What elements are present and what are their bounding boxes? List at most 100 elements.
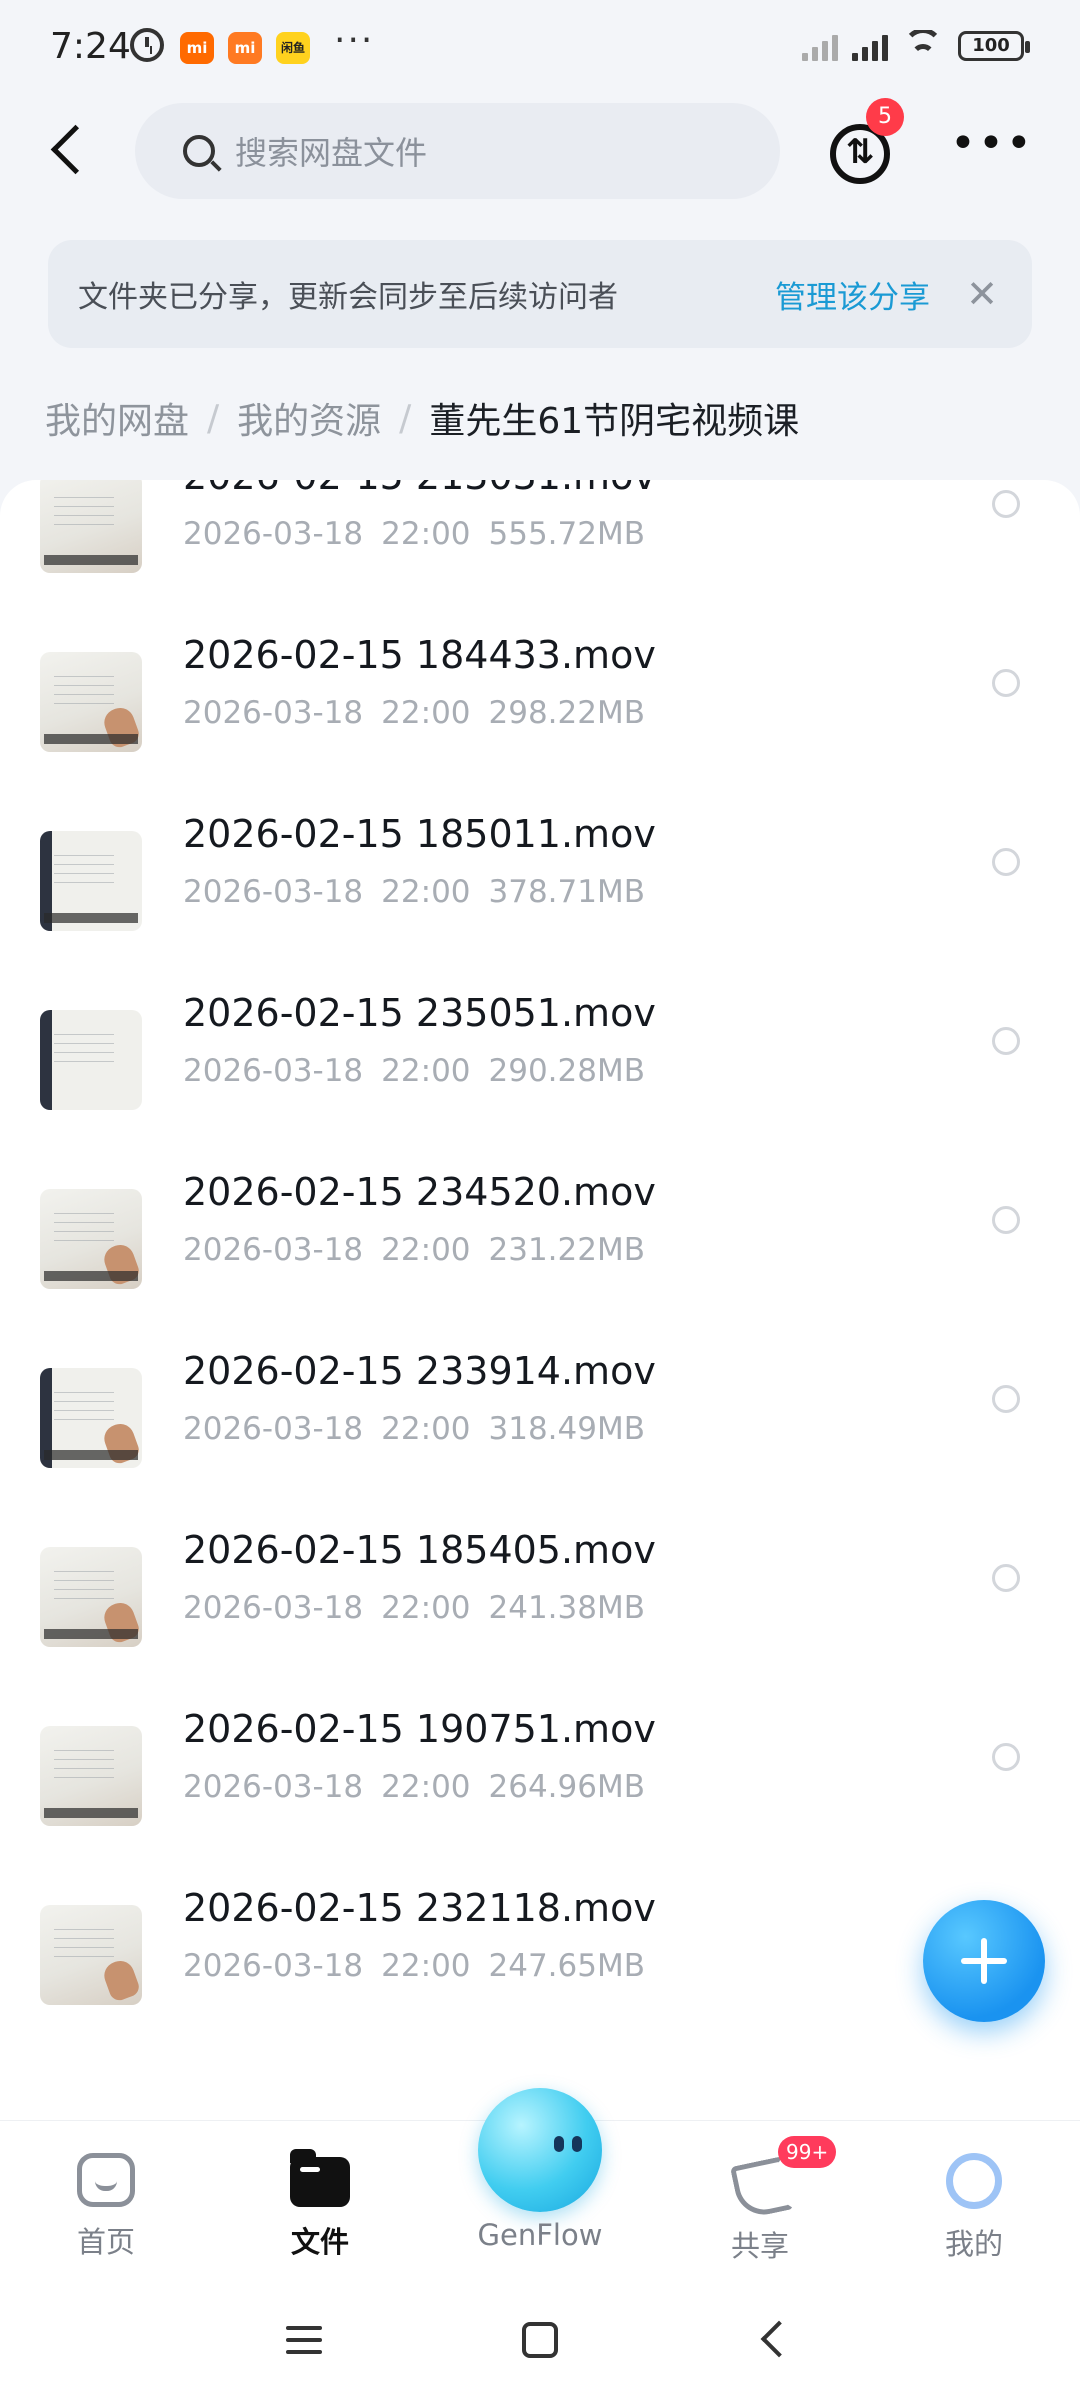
- select-checkbox[interactable]: [992, 1743, 1020, 1771]
- file-date: 2026-03-18: [183, 1411, 364, 1447]
- file-time: 22:00: [381, 874, 471, 910]
- breadcrumb-my-drive[interactable]: 我的网盘: [45, 392, 189, 444]
- share-notice-banner: 文件夹已分享，更新会同步至后续访问者 管理该分享 ✕: [48, 240, 1032, 348]
- status-bar: 7:24 mi mi 闲鱼 ··· 100: [0, 0, 1080, 100]
- video-thumbnail: [40, 1726, 142, 1826]
- file-size: 241.38MB: [488, 1590, 645, 1626]
- file-row[interactable]: 2026-02-15 213031.mov 2026-03-18 22:00 5…: [0, 480, 1080, 623]
- file-name: 2026-02-15 233914.mov: [183, 1349, 656, 1393]
- file-name: 2026-02-15 190751.mov: [183, 1707, 656, 1751]
- file-list-panel: 2026-02-15 213031.mov 2026-03-18 22:00 5…: [0, 480, 1080, 2120]
- file-meta: 2026-03-18 22:00 318.49MB: [183, 1411, 645, 1447]
- system-back-icon[interactable]: [760, 2320, 798, 2358]
- select-checkbox[interactable]: [992, 669, 1020, 697]
- clock: 7:24: [50, 26, 131, 67]
- nav-label-files: 文件: [290, 2225, 349, 2259]
- file-meta: 2026-03-18 22:00 264.96MB: [183, 1769, 645, 1805]
- recent-apps-icon[interactable]: [286, 2326, 322, 2354]
- file-size: 247.65MB: [488, 1948, 645, 1984]
- file-size: 298.22MB: [488, 695, 645, 731]
- file-date: 2026-03-18: [183, 695, 364, 731]
- breadcrumb-separator: /: [399, 397, 412, 439]
- file-name: 2026-02-15 184433.mov: [183, 633, 656, 677]
- home-button-icon[interactable]: [522, 2322, 558, 2358]
- nav-item-home[interactable]: 首页: [36, 2153, 176, 2261]
- breadcrumb-current-folder: 董先生61节阴宅视频课: [429, 401, 800, 442]
- file-name: 2026-02-15 235051.mov: [183, 991, 656, 1035]
- file-row[interactable]: 2026-02-15 235051.mov 2026-03-18 22:00 2…: [0, 981, 1080, 1160]
- close-icon[interactable]: ✕: [962, 272, 1002, 316]
- file-meta: 2026-03-18 22:00 247.65MB: [183, 1948, 645, 1984]
- file-row[interactable]: 2026-02-15 233914.mov 2026-03-18 22:00 3…: [0, 1339, 1080, 1518]
- file-date: 2026-03-18: [183, 1232, 364, 1268]
- nav-item-me[interactable]: 我的: [904, 2153, 1044, 2263]
- video-thumbnail: [40, 480, 142, 573]
- add-button[interactable]: [923, 1900, 1045, 2022]
- file-meta: 2026-03-18 22:00 290.28MB: [183, 1053, 645, 1089]
- file-date: 2026-03-18: [183, 516, 364, 552]
- file-time: 22:00: [381, 1053, 471, 1089]
- file-time: 22:00: [381, 695, 471, 731]
- nav-item-files[interactable]: 文件: [250, 2149, 390, 2261]
- file-time: 22:00: [381, 1411, 471, 1447]
- select-checkbox[interactable]: [992, 490, 1020, 518]
- breadcrumb-separator: /: [207, 397, 220, 439]
- video-thumbnail: [40, 831, 142, 931]
- nav-label-me: 我的: [944, 2227, 1003, 2261]
- xianyu-app-icon: 闲鱼: [276, 32, 310, 64]
- file-size: 264.96MB: [488, 1769, 645, 1805]
- select-checkbox[interactable]: [992, 1385, 1020, 1413]
- file-row[interactable]: 2026-02-15 184433.mov 2026-03-18 22:00 2…: [0, 623, 1080, 802]
- signal-hd-icon: [852, 31, 888, 61]
- file-meta: 2026-03-18 22:00 241.38MB: [183, 1590, 645, 1626]
- search-icon: [183, 135, 215, 167]
- file-size: 290.28MB: [488, 1053, 645, 1089]
- file-time: 22:00: [381, 516, 471, 552]
- signal-sim2-icon: [802, 31, 838, 61]
- file-size: 231.22MB: [488, 1232, 645, 1268]
- manage-share-link[interactable]: 管理该分享: [775, 272, 930, 317]
- video-thumbnail: [40, 1010, 142, 1110]
- file-name: 2026-02-15 232118.mov: [183, 1886, 656, 1930]
- file-size: 378.71MB: [488, 874, 645, 910]
- more-options-icon[interactable]: •••: [950, 122, 1032, 184]
- file-row[interactable]: 2026-02-15 185405.mov 2026-03-18 22:00 2…: [0, 1518, 1080, 1697]
- nav-label-genflow[interactable]: GenFlow: [460, 2218, 620, 2252]
- file-row[interactable]: 2026-02-15 234520.mov 2026-03-18 22:00 2…: [0, 1160, 1080, 1339]
- file-row[interactable]: 2026-02-15 232118.mov 2026-03-18 22:00 2…: [0, 1876, 1080, 2055]
- nav-item-share[interactable]: 共享: [690, 2153, 830, 2265]
- select-checkbox[interactable]: [992, 1564, 1020, 1592]
- file-name: 2026-02-15 185011.mov: [183, 812, 656, 856]
- assistant-eye: [572, 2136, 582, 2152]
- file-row[interactable]: 2026-02-15 190751.mov 2026-03-18 22:00 2…: [0, 1697, 1080, 1876]
- search-input[interactable]: 搜索网盘文件: [135, 103, 780, 199]
- file-meta: 2026-03-18 22:00 555.72MB: [183, 516, 645, 552]
- select-checkbox[interactable]: [992, 1206, 1020, 1234]
- file-meta: 2026-03-18 22:00 231.22MB: [183, 1232, 645, 1268]
- file-name: 2026-02-15 185405.mov: [183, 1528, 656, 1572]
- file-meta: 2026-03-18 22:00 378.71MB: [183, 874, 645, 910]
- video-thumbnail: [40, 1368, 142, 1468]
- back-icon[interactable]: [40, 120, 100, 180]
- home-icon: [77, 2153, 135, 2207]
- assistant-eye: [554, 2136, 564, 2152]
- alarm-icon: [130, 28, 164, 62]
- nav-label-share: 共享: [730, 2229, 789, 2263]
- file-name: 2026-02-15 213031.mov: [183, 480, 656, 498]
- folder-icon: [290, 2149, 350, 2207]
- file-size: 555.72MB: [488, 516, 645, 552]
- file-row[interactable]: 2026-02-15 185011.mov 2026-03-18 22:00 3…: [0, 802, 1080, 981]
- select-checkbox[interactable]: [992, 848, 1020, 876]
- transfer-count-badge: 5: [866, 98, 904, 136]
- nav-label-home: 首页: [76, 2225, 135, 2259]
- genflow-assistant-icon[interactable]: [478, 2088, 602, 2212]
- profile-icon: [946, 2153, 1002, 2209]
- file-name: 2026-02-15 234520.mov: [183, 1170, 656, 1214]
- search-placeholder: 搜索网盘文件: [235, 134, 428, 172]
- file-date: 2026-03-18: [183, 1590, 364, 1626]
- breadcrumb-my-resources[interactable]: 我的资源: [237, 392, 381, 444]
- select-checkbox[interactable]: [992, 1027, 1020, 1055]
- file-date: 2026-03-18: [183, 1769, 364, 1805]
- xiaomi-app-icon: mi: [180, 32, 214, 64]
- file-time: 22:00: [381, 1948, 471, 1984]
